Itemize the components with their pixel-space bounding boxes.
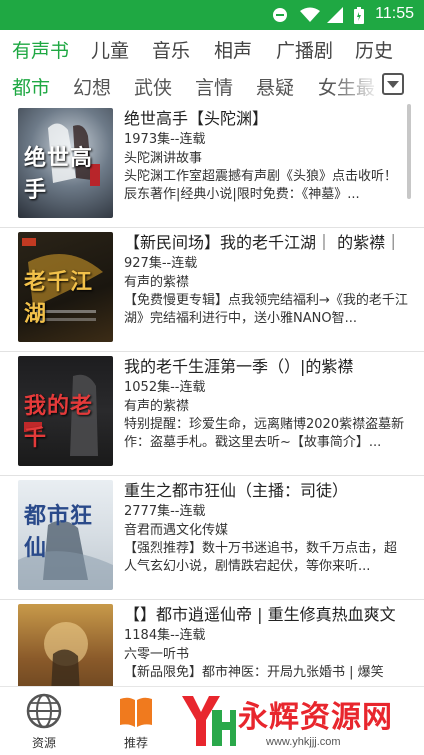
status-bar: 11:55 — [0, 0, 424, 30]
book-item[interactable]: 【】都市逍遥仙帝 | 重生修真热血爽文 1184集--连载 六零一听书 【新品限… — [0, 600, 424, 686]
cover-figure-icon — [44, 622, 88, 686]
tab-suspense[interactable]: 悬疑 — [256, 73, 294, 100]
tab-fade — [330, 66, 382, 104]
book-description: 特别提醒：珍爱生命，远离赌博2020紫襟盗墓新作：盗墓手札。戳这里去听~【故事简… — [124, 417, 405, 450]
book-title: 【新民间场】我的老千江湖｜ 的紫襟｜ — [124, 233, 402, 252]
cover-title-text: 我的老千 — [24, 393, 94, 451]
book-item[interactable]: 老千江湖 【新民间场】我的老千江湖｜ 的紫襟｜ 927集--连载 有声的紫襟 【… — [0, 228, 424, 352]
book-description: 【新品限免】都市神医：开局九张婚书 | 爆笑 — [124, 665, 384, 680]
tab-fantasy[interactable]: 幻想 — [73, 73, 111, 100]
nav-label-recommend: 推荐 — [123, 736, 148, 750]
book-cover: 都市狂仙 — [18, 480, 113, 590]
chevron-down-icon — [387, 81, 399, 88]
book-author: 有声的紫襟 — [124, 275, 190, 290]
book-episodes: 2777集--连载 — [124, 504, 206, 519]
book-cover: 我的老千 — [18, 356, 113, 466]
tab-audiobook[interactable]: 有声书 — [12, 36, 69, 63]
book-info: 重生之都市狂仙（主播：司徒） 2777集--连载 音君而遇文化传媒 【强烈推荐】… — [124, 480, 408, 576]
book-cover: 绝世高手 — [18, 108, 113, 218]
nav-item-recommend[interactable]: 推荐 — [96, 687, 176, 755]
book-episodes: 1184集--连载 — [124, 628, 206, 643]
book-description: 头陀渊工作室超震撼有声剧《头狼》点击收听！辰东著作|经典小说|限时免费：《神墓》… — [124, 169, 398, 202]
book-title: 【】都市逍遥仙帝 | 重生修真热血爽文 — [124, 605, 396, 624]
book-episodes: 1973集--连载 — [124, 132, 206, 147]
book-item[interactable]: 都市狂仙 重生之都市狂仙（主播：司徒） 2777集--连载 音君而遇文化传媒 【… — [0, 476, 424, 600]
nav-label-resources: 资源 — [31, 736, 56, 750]
book-info: 我的老千生涯第一季（）|的紫襟 1052集--连载 有声的紫襟 特别提醒：珍爱生… — [124, 356, 408, 452]
book-info: 绝世高手【头陀渊】 1973集--连载 头陀渊讲故事 头陀渊工作室超震撼有声剧《… — [124, 108, 408, 204]
book-author: 六零一听书 — [124, 647, 190, 662]
book-title: 我的老千生涯第一季（）|的紫襟 — [124, 357, 354, 376]
status-time: 11:55 — [375, 5, 414, 22]
book-author: 音君而遇文化传媒 — [124, 523, 229, 538]
book-info: 【】都市逍遥仙帝 | 重生修真热血爽文 1184集--连载 六零一听书 【新品限… — [124, 604, 408, 686]
book-title: 绝世高手【头陀渊】 — [124, 109, 269, 128]
book-author: 头陀渊讲故事 — [124, 151, 203, 166]
book-cover — [18, 604, 113, 686]
book-cover: 老千江湖 — [18, 232, 113, 342]
list-scrollbar[interactable] — [407, 104, 411, 199]
book-icon — [120, 697, 152, 727]
book-author: 有声的紫襟 — [124, 399, 190, 414]
tab-children[interactable]: 儿童 — [91, 36, 129, 63]
tab-romance[interactable]: 言情 — [195, 73, 233, 100]
book-title: 重生之都市狂仙（主播：司徒） — [124, 481, 349, 500]
watermark-logo-icon — [182, 696, 236, 746]
battery-icon — [354, 7, 364, 24]
nav-item-resources[interactable]: 资源 — [4, 687, 84, 755]
cover-title-text: 都市狂仙 — [24, 503, 94, 561]
watermark-url: www.yhkjjj.com — [266, 736, 341, 748]
cover-title-text: 绝世高手 — [24, 145, 94, 203]
tab-music[interactable]: 音乐 — [152, 36, 190, 63]
book-info: 【新民间场】我的老千江湖｜ 的紫襟｜ 927集--连载 有声的紫襟 【免费慢更专… — [124, 232, 408, 328]
watermark-text: 永辉资源网 — [238, 700, 393, 735]
tab-wuxia[interactable]: 武侠 — [134, 73, 172, 100]
watermark: 永辉资源网 www.yhkjjj.com — [176, 686, 424, 755]
tab-urban[interactable]: 都市 — [12, 73, 50, 100]
tab-crosstalk[interactable]: 相声 — [214, 36, 252, 63]
wifi-icon — [300, 7, 320, 22]
genre-tab-bar: 都市 幻想 武侠 言情 悬疑 女生最 — [0, 66, 424, 104]
book-description: 【强烈推荐】数十万书迷追书，数千万点击，超人气玄幻小说，剧情跌宕起伏，等你来听.… — [124, 541, 398, 574]
signal-icon — [327, 7, 343, 23]
book-item[interactable]: 我的老千 我的老千生涯第一季（）|的紫襟 1052集--连载 有声的紫襟 特别提… — [0, 352, 424, 476]
book-item[interactable]: 绝世高手 绝世高手【头陀渊】 1973集--连载 头陀渊讲故事 头陀渊工作室超震… — [0, 104, 424, 228]
category-tab-bar: 有声书 儿童 音乐 相声 广播剧 历史 — [0, 30, 424, 66]
tab-history[interactable]: 历史 — [355, 36, 393, 63]
cover-title-text: 老千江湖 — [24, 269, 94, 327]
book-episodes: 1052集--连载 — [124, 380, 206, 395]
globe-icon — [26, 693, 62, 729]
book-description: 【免费慢更专辑】点我领完结福利→《我的老千江湖》完结福利进行中，送小雅NANO智… — [124, 293, 408, 326]
book-episodes: 927集--连载 — [124, 256, 198, 271]
do-not-disturb-icon — [273, 8, 287, 22]
book-list[interactable]: 绝世高手 绝世高手【头陀渊】 1973集--连载 头陀渊讲故事 头陀渊工作室超震… — [0, 104, 424, 686]
genre-dropdown-button[interactable] — [382, 73, 404, 95]
tab-radio-drama[interactable]: 广播剧 — [276, 36, 333, 63]
